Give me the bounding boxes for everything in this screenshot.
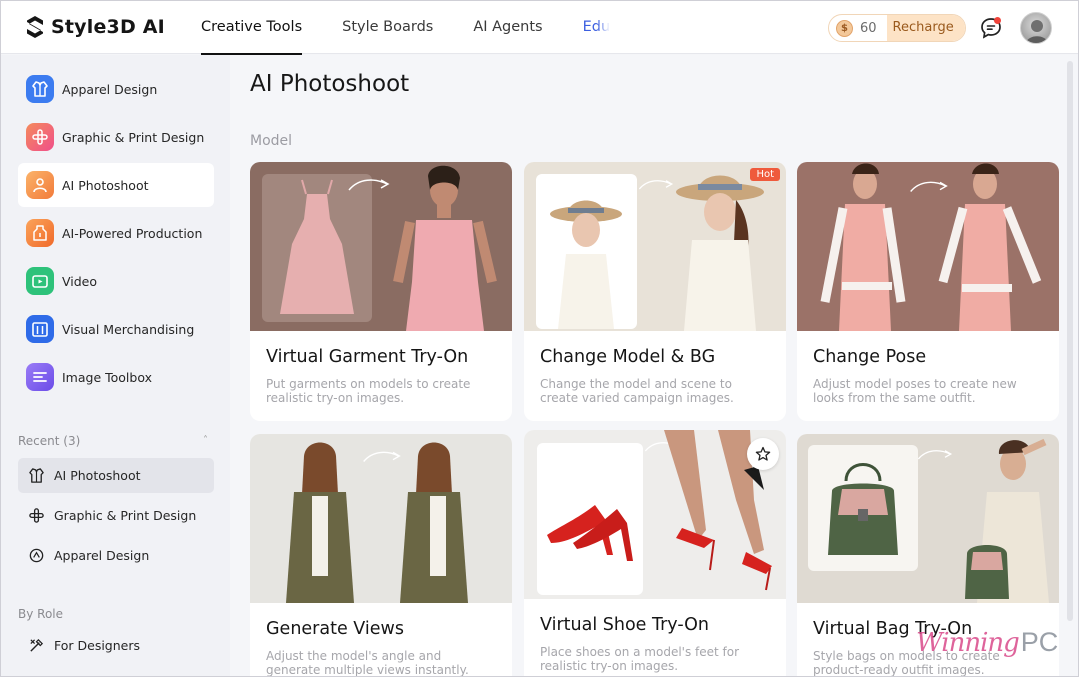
model-photo	[676, 175, 764, 331]
card-virtual-shoe-try-on[interactable]: Virtual Shoe Try-On Place shoes on a mod…	[524, 430, 786, 676]
sidebar-item-image-toolbox[interactable]: Image Toolbox	[18, 355, 214, 399]
card-description: Adjust model poses to create new looks f…	[813, 377, 1017, 405]
watermark: Winning PC	[916, 627, 1058, 658]
sidebar-item-visual-merchandising[interactable]: Visual Merchandising	[18, 307, 214, 351]
credits-widget: $ 60 Recharge	[828, 14, 966, 42]
card-description: Change the model and scene to create var…	[540, 377, 734, 405]
coin-icon: $	[836, 19, 853, 37]
video-icon	[26, 267, 54, 295]
card-description: Adjust the model's angle and generate mu…	[266, 649, 469, 677]
sidebar-item-ai-production[interactable]: AI-Powered Production	[18, 211, 214, 255]
recent-item-apparel-design[interactable]: Apparel Design	[18, 538, 214, 573]
top-header: Style3D AI Creative Tools Style Boards A…	[1, 1, 1078, 55]
card-title: Virtual Shoe Try-On	[540, 615, 710, 635]
watermark-suffix: PC	[1020, 627, 1059, 657]
graphic-print-icon	[26, 123, 54, 151]
logo-text: Style3D AI	[51, 16, 165, 38]
main-content: AI Photoshoot Model Virtual Garment Try-…	[230, 55, 1078, 677]
card-image	[250, 434, 512, 603]
recharge-button[interactable]: Recharge	[886, 15, 965, 41]
group-label-model: Model	[250, 133, 293, 149]
card-description: Place shoes on a model's feet for realis…	[540, 645, 740, 673]
designer-tools-icon	[26, 636, 46, 656]
sidebar-item-apparel-design[interactable]: Apparel Design	[18, 67, 214, 111]
logo[interactable]: Style3D AI	[25, 15, 165, 39]
page-title: AI Photoshoot	[250, 71, 410, 97]
role-item-designers[interactable]: For Designers	[18, 628, 214, 663]
photoshoot-icon	[26, 171, 54, 199]
card-image	[524, 430, 786, 599]
sidebar-item-graphic-print[interactable]: Graphic & Print Design	[18, 115, 214, 159]
model-with-bag-photo	[965, 438, 1049, 603]
sidebar-item-label: Image Toolbox	[62, 369, 152, 385]
role-item-label: For Designers	[54, 638, 141, 653]
user-avatar[interactable]	[1020, 12, 1052, 44]
main-scrollbar[interactable]	[1067, 61, 1073, 621]
arrow-icon	[910, 181, 948, 192]
watermark-script: Winning	[916, 628, 1020, 658]
card-change-pose[interactable]: Change Pose Adjust model poses to create…	[797, 162, 1059, 421]
toolbox-icon	[26, 363, 54, 391]
garment-thumbnail	[262, 174, 372, 322]
card-description: Put garments on models to create realist…	[266, 377, 471, 405]
shoe-thumbnail	[537, 443, 643, 595]
recent-item-label: AI Photoshoot	[54, 468, 141, 483]
avatar-image-icon	[1026, 20, 1048, 43]
sidebar-item-label: Visual Merchandising	[62, 321, 195, 337]
recent-item-graphic-print[interactable]: Graphic & Print Design	[18, 498, 214, 533]
star-icon	[755, 446, 771, 461]
nav-edu[interactable]: Edu	[583, 1, 611, 54]
apparel-icon	[26, 75, 54, 103]
credit-balance: $ 60	[829, 15, 887, 41]
nav-style-boards[interactable]: Style Boards	[342, 1, 433, 54]
style3d-logo-icon	[27, 16, 43, 38]
card-title: Change Model & BG	[540, 347, 716, 367]
favorite-star-button[interactable]	[747, 438, 779, 470]
sidebar-item-label: Apparel Design	[62, 81, 158, 97]
photoshoot-outline-icon	[26, 466, 46, 486]
sidebar-item-video[interactable]: Video	[18, 259, 214, 303]
credit-count: 60	[860, 20, 877, 36]
card-image	[250, 162, 512, 331]
card-image	[797, 434, 1059, 603]
card-title: Change Pose	[813, 347, 927, 367]
sidebar-item-ai-photoshoot[interactable]: AI Photoshoot	[18, 163, 214, 207]
recent-section-title: Recent (3)	[18, 434, 81, 448]
card-change-model-bg[interactable]: Hot Change Model & BG Change the model a…	[524, 162, 786, 421]
main-nav: Creative Tools Style Boards AI Agents Ed…	[201, 1, 650, 55]
apparel-outline-icon	[26, 546, 46, 566]
sidebar-item-label: Video	[62, 273, 98, 289]
card-image: Hot	[524, 162, 786, 331]
bag-thumbnail	[808, 445, 918, 571]
role-section-title: By Role	[18, 607, 64, 621]
graphic-print-outline-icon	[26, 506, 46, 526]
card-generate-views[interactable]: Generate Views Adjust the model's angle …	[250, 434, 512, 677]
nav-ai-agents[interactable]: AI Agents	[473, 1, 542, 54]
recent-item-ai-photoshoot[interactable]: AI Photoshoot	[18, 458, 214, 493]
merchandising-icon	[26, 315, 54, 343]
hot-badge: Hot	[750, 168, 780, 181]
sidebar-item-label: Graphic & Print Design	[62, 129, 205, 145]
recent-item-label: Graphic & Print Design	[54, 508, 197, 523]
nav-creative-tools[interactable]: Creative Tools	[201, 1, 303, 55]
card-title: Generate Views	[266, 619, 404, 639]
sidebar-item-label: AI-Powered Production	[62, 225, 203, 241]
notification-dot	[994, 17, 1001, 24]
app-window: Style3D AI Creative Tools Style Boards A…	[0, 0, 1079, 677]
card-image	[797, 162, 1059, 331]
card-title: Virtual Garment Try-On	[266, 347, 469, 367]
card-virtual-garment-try-on[interactable]: Virtual Garment Try-On Put garments on m…	[250, 162, 512, 421]
production-icon	[26, 219, 54, 247]
sidebar-item-label: AI Photoshoot	[62, 177, 149, 193]
recent-item-label: Apparel Design	[54, 548, 150, 563]
left-sidebar: Apparel Design Graphic & Print Design AI…	[1, 55, 230, 676]
source-model-thumbnail	[536, 174, 637, 329]
model-photo	[393, 165, 497, 331]
chevron-up-icon[interactable]: ˄	[203, 435, 208, 446]
arrow-icon	[363, 451, 401, 462]
